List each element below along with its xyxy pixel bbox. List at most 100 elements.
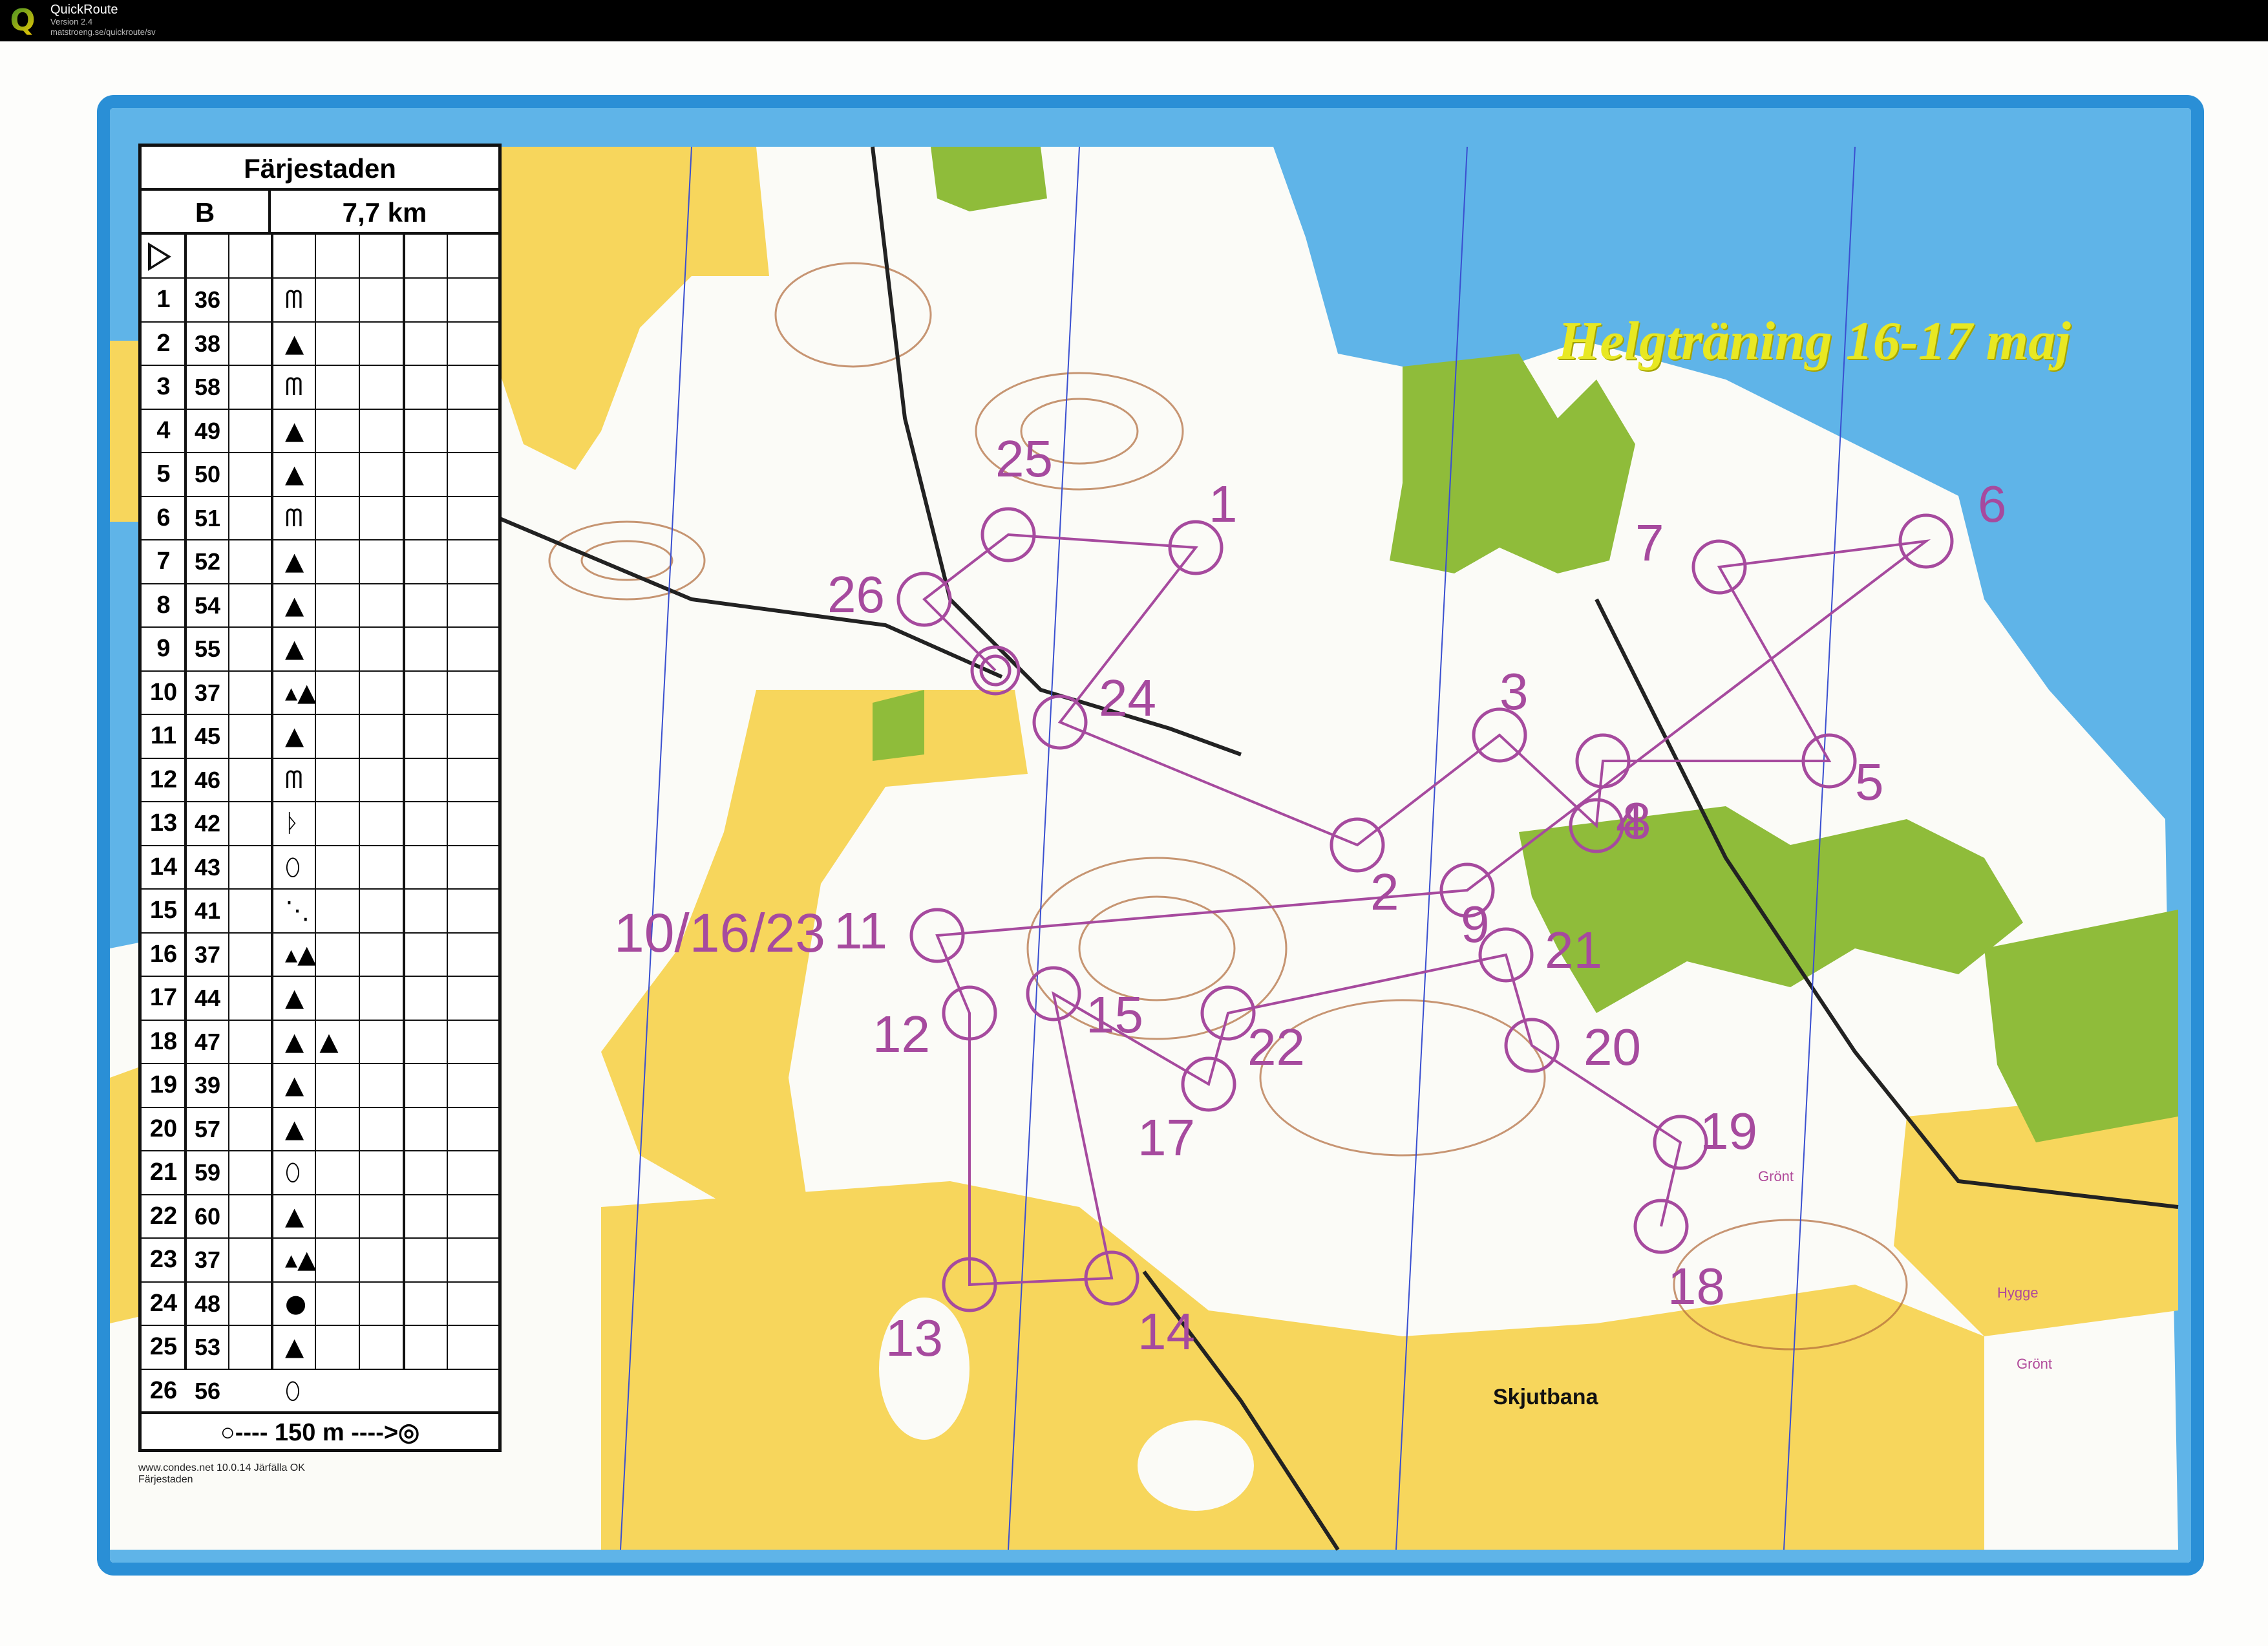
control-number: 4: [156, 416, 171, 444]
control-code: 36: [194, 286, 221, 313]
control-number-label: 5: [1855, 753, 1884, 811]
table-divider: [271, 235, 273, 1369]
control-number: 17: [149, 984, 178, 1011]
control-row: 14 43 ⬯: [142, 846, 498, 890]
control-number: 26: [149, 1376, 178, 1404]
control-row: 21 59 ⬯: [142, 1151, 498, 1195]
control-number: 18: [149, 1027, 178, 1055]
control-row: 18 47 ▲ ▲: [142, 1021, 498, 1064]
control-row: 8 54 ▲: [142, 584, 498, 628]
control-row: 26 56 ⬯: [142, 1370, 498, 1413]
credit-line: www.condes.net 10.0.14 Järfälla OK: [138, 1462, 305, 1473]
table-divider: [184, 235, 187, 1369]
table-divider: [359, 235, 360, 1369]
control-number: 1: [156, 286, 171, 313]
control-code: 49: [194, 417, 221, 444]
control-number-label: 7: [1635, 514, 1664, 572]
control-row: 7 52 ▲: [142, 540, 498, 584]
control-number: 19: [149, 1071, 178, 1098]
table-divider: [403, 235, 405, 1369]
control-number: 15: [149, 897, 178, 924]
control-feature-symbol: ▲: [285, 460, 304, 488]
control-number: 25: [149, 1333, 178, 1360]
control-row: 6 51 ᗰ: [142, 497, 498, 540]
control-number: 6: [156, 504, 171, 531]
control-number: 21: [149, 1159, 178, 1186]
control-number: 3: [156, 373, 171, 400]
control-number: 5: [156, 460, 171, 487]
control-code: 46: [194, 766, 221, 793]
control-number: 13: [149, 809, 178, 837]
control-code: 37: [194, 1246, 221, 1273]
multi-control-label: 10/16/23: [614, 903, 825, 963]
control-number: 22: [149, 1202, 178, 1230]
control-row: 4 49 ▲: [142, 410, 498, 453]
control-code: 54: [194, 592, 221, 619]
control-row: 20 57 ▲: [142, 1108, 498, 1151]
control-number-label: 22: [1247, 1018, 1305, 1076]
control-number-label: 17: [1138, 1109, 1195, 1166]
control-row: 19 39 ▲: [142, 1064, 498, 1108]
control-row: 3 58 ᗰ: [142, 366, 498, 410]
table-divider: [315, 235, 316, 1369]
control-number: 10: [149, 678, 178, 706]
control-number: 7: [156, 548, 171, 575]
control-number-label: 26: [827, 566, 885, 623]
control-code: 43: [194, 853, 221, 881]
control-number-label: 9: [1461, 895, 1490, 953]
app-version: Version 2.4: [50, 17, 93, 27]
control-number-label: 2: [1370, 863, 1399, 921]
control-number: 24: [149, 1289, 178, 1317]
course-length: 7,7 km: [271, 191, 498, 235]
control-number-label: 19: [1700, 1102, 1757, 1160]
control-feature-symbol: ᚦ: [285, 809, 300, 837]
control-code: 47: [194, 1028, 221, 1055]
control-feature-symbol: ⬯: [285, 1158, 301, 1186]
start-row: [142, 235, 498, 279]
control-number: 23: [149, 1246, 178, 1273]
control-feature-symbol: ●: [285, 1288, 307, 1318]
control-number-label: 15: [1086, 986, 1143, 1043]
control-row: 16 37 ▴▲: [142, 934, 498, 977]
control-number-label: 8: [1622, 792, 1651, 850]
start-triangle-icon: [148, 242, 171, 271]
map-small-label: Grönt: [1758, 1168, 1794, 1184]
control-number: 11: [150, 722, 177, 749]
table-divider: [228, 235, 229, 1369]
control-number: 9: [156, 635, 171, 662]
control-code: 45: [194, 723, 221, 749]
control-code: 56: [194, 1377, 221, 1404]
control-code: 48: [194, 1290, 221, 1317]
control-number-label: 11: [834, 902, 887, 959]
credit-line: Färjestaden: [138, 1474, 193, 1485]
control-number: 16: [149, 940, 178, 968]
quickroute-q-icon: Q: [6, 4, 39, 36]
finish-description: ○---- 150 m ---->◎: [142, 1411, 498, 1452]
map-small-label: Grönt: [2017, 1356, 2053, 1372]
map-title: Helgträning 16-17 maj: [1558, 311, 2071, 371]
control-code: 58: [194, 374, 221, 400]
control-row: 1 36 ᗰ: [142, 279, 498, 323]
table-divider: [447, 235, 448, 1369]
control-row: 2 38 ▲: [142, 323, 498, 366]
control-feature-symbol: ▲: [285, 634, 304, 663]
control-number-label: 24: [1099, 669, 1156, 727]
control-feature-symbol: ⬯: [285, 852, 301, 881]
control-code: 52: [194, 548, 221, 575]
forest-knoll: [1138, 1420, 1254, 1511]
control-row: 5 50 ▲: [142, 453, 498, 497]
control-number-label: 1: [1209, 475, 1238, 533]
control-row: 9 55 ▲: [142, 628, 498, 672]
control-description-table: Färjestaden B 7,7 km 1 36 ᗰ 2 38 ▲ 3 58 ᗰ 4 49 ▲ 5 50…: [138, 144, 502, 1452]
control-code: 41: [194, 897, 221, 924]
control-row: 22 60 ▲: [142, 1195, 498, 1239]
control-number-label: 3: [1500, 663, 1529, 720]
control-code: 44: [194, 985, 221, 1011]
skjutbana-label: Skjutbana: [1493, 1385, 1598, 1409]
control-row: 12 46 ᗰ: [142, 759, 498, 802]
control-code: 55: [194, 636, 221, 662]
control-code: 42: [194, 810, 221, 837]
control-feature-symbol: ▲: [285, 1332, 304, 1361]
control-feature-symbol: ▴▲: [285, 939, 317, 968]
control-feature-symbol: ▲: [285, 721, 304, 750]
